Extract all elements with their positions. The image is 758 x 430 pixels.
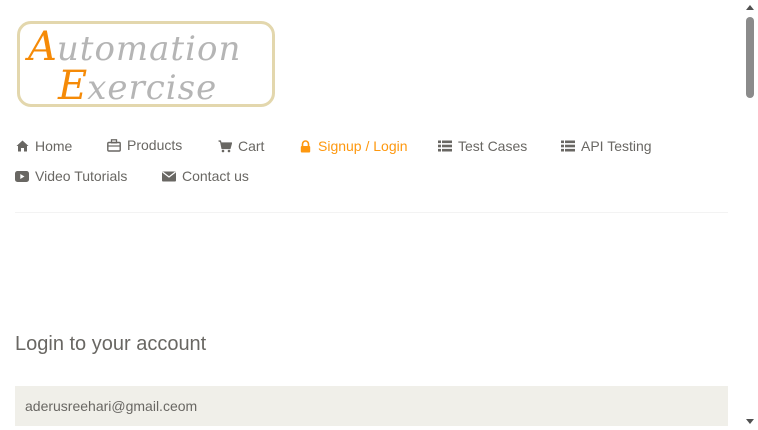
- logo-line-exercise: Exercise: [58, 66, 217, 108]
- vertical-scrollbar[interactable]: [743, 0, 758, 430]
- youtube-play-icon: [15, 169, 29, 183]
- nav-products[interactable]: Products: [107, 134, 182, 156]
- nav-test-cases[interactable]: Test Cases: [438, 135, 527, 157]
- nav-api-testing[interactable]: API Testing: [561, 135, 652, 157]
- nav-products-label: Products: [127, 137, 183, 153]
- nav-home-label: Home: [35, 138, 73, 154]
- page: Automation Exercise Home Products Cart S…: [0, 0, 758, 430]
- cart-icon: [218, 139, 232, 153]
- home-icon: [15, 139, 29, 153]
- scrollbar-thumb[interactable]: [746, 17, 754, 98]
- nav-cart-label: Cart: [238, 138, 265, 154]
- briefcase-icon: [107, 138, 121, 152]
- logo-cap-e: E: [58, 63, 88, 109]
- nav-signup-login[interactable]: Signup / Login: [298, 135, 408, 157]
- nav-signup-login-label: Signup / Login: [318, 138, 408, 154]
- header-divider: [15, 212, 728, 213]
- nav-contact-us[interactable]: Contact us: [162, 165, 249, 187]
- nav-home[interactable]: Home: [15, 135, 72, 157]
- nav-cart[interactable]: Cart: [218, 135, 264, 157]
- lock-icon: [298, 139, 312, 153]
- nav-api-testing-label: API Testing: [581, 138, 652, 154]
- scroll-up-arrow-icon[interactable]: [746, 5, 754, 10]
- list-icon: [561, 139, 575, 153]
- nav-video-tutorials[interactable]: Video Tutorials: [15, 165, 127, 187]
- nav-test-cases-label: Test Cases: [458, 138, 528, 154]
- list-icon: [438, 139, 452, 153]
- logo-cap-a: A: [28, 24, 57, 70]
- login-form-title: Login to your account: [15, 333, 207, 355]
- nav-video-tutorials-label: Video Tutorials: [35, 168, 128, 184]
- login-email-input[interactable]: [15, 386, 728, 426]
- scroll-down-arrow-icon[interactable]: [746, 419, 754, 424]
- site-logo[interactable]: Automation Exercise: [17, 21, 275, 108]
- nav-contact-us-label: Contact us: [182, 168, 249, 184]
- envelope-icon: [162, 169, 176, 183]
- logo-rest-exercise: xercise: [87, 68, 218, 108]
